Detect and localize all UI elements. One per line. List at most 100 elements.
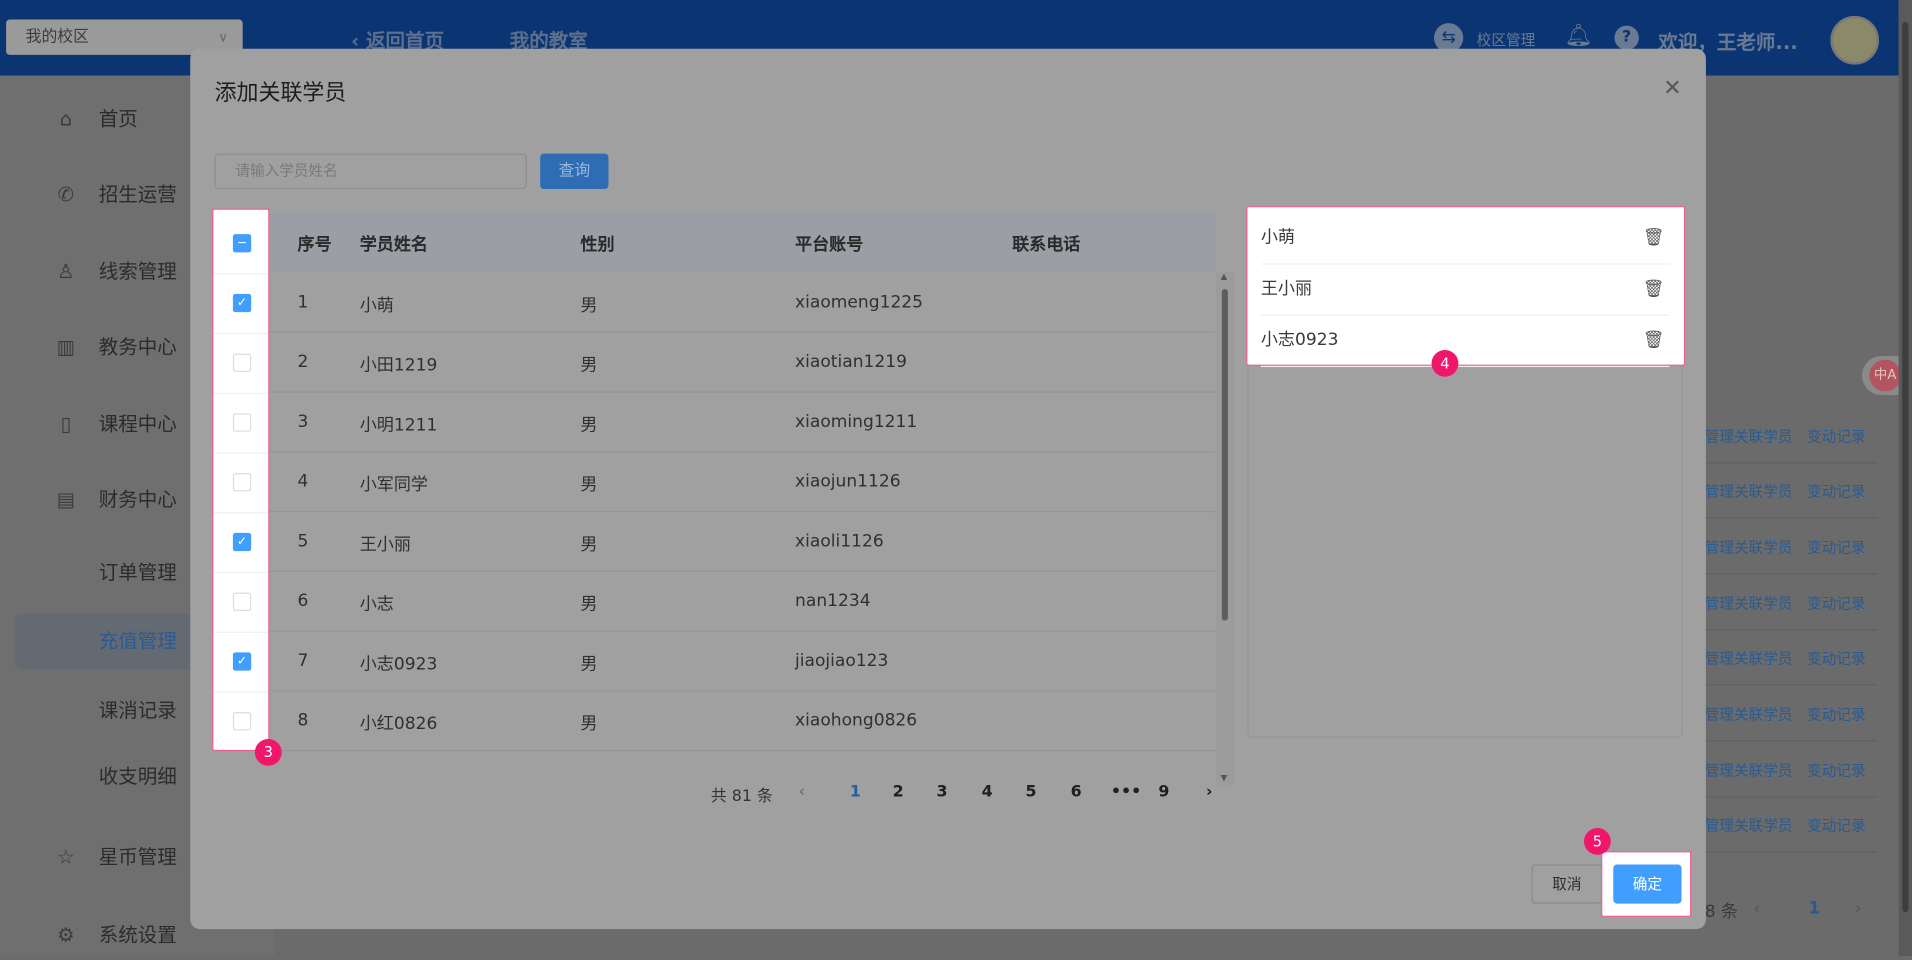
help-icon[interactable]: ?: [1614, 25, 1639, 50]
student-name-search-input[interactable]: 请输入学员姓名: [214, 153, 527, 190]
row-divider: [1705, 517, 1877, 519]
sidebar-item-label: 订单管理: [98, 560, 177, 585]
row-checkbox[interactable]: ✓: [232, 293, 252, 313]
row-account: xiaoming1211: [795, 412, 918, 432]
dialog-title: 添加关联学员: [214, 80, 347, 107]
cancel-button[interactable]: 取消: [1531, 864, 1603, 904]
column-header-gender: 性别: [580, 235, 615, 255]
row-divider: [213, 332, 269, 335]
change-log-link[interactable]: 变动记录: [1807, 704, 1866, 725]
sidebar-item-label: 收支明细: [98, 764, 177, 788]
row-account: xiaoli1126: [795, 531, 884, 552]
row-divider: [1705, 796, 1877, 798]
selected-student-name: 小志0923: [1260, 330, 1339, 350]
add-student-dialog: 添加关联学员 ✕ 请输入学员姓名 查询 序号 学员姓名 性别 平台账号 联系电话…: [190, 48, 1706, 930]
step-badge-4: 4: [1431, 349, 1459, 377]
step-badge-5: 5: [1583, 827, 1611, 855]
row-name: 小红0826: [359, 714, 438, 735]
trash-icon[interactable]: 🗑︎: [1643, 315, 1665, 366]
selected-student-name: 小萌: [1260, 228, 1295, 248]
campus-manage-link[interactable]: 校区管理: [1477, 29, 1536, 50]
change-log-link[interactable]: 变动记录: [1807, 760, 1866, 781]
row-divider: [213, 452, 269, 454]
row-divider: [213, 631, 269, 633]
gear-icon: ⚙: [57, 923, 75, 947]
background-prev-icon[interactable]: ‹: [1753, 899, 1760, 919]
pagination-page[interactable]: 2: [893, 783, 904, 801]
row-name: 小志: [359, 595, 394, 615]
pagination-page[interactable]: 4: [982, 783, 993, 801]
close-icon[interactable]: ✕: [1663, 76, 1681, 102]
row-no: 8: [297, 710, 309, 731]
manage-students-link[interactable]: 管理关联学员: [1705, 815, 1793, 836]
sidebar-item-label: 线索管理: [98, 259, 177, 283]
manage-students-link[interactable]: 管理关联学员: [1705, 704, 1793, 725]
trash-icon[interactable]: 🗑︎: [1643, 212, 1665, 263]
selected-student-item: 小萌 🗑︎: [1260, 212, 1670, 265]
background-page[interactable]: 1: [1808, 899, 1820, 919]
row-checkbox[interactable]: ✓: [232, 532, 252, 552]
select-all-checkbox[interactable]: −: [232, 234, 252, 253]
scroll-up-icon[interactable]: ▲: [1221, 272, 1228, 282]
row-divider: [213, 273, 269, 275]
scroll-down-icon[interactable]: ▼: [1221, 773, 1228, 783]
manage-students-link[interactable]: 管理关联学员: [1705, 480, 1793, 501]
pagination-page[interactable]: 3: [936, 783, 947, 801]
row-divider: [1705, 851, 1877, 853]
manage-students-link[interactable]: 管理关联学员: [1705, 426, 1793, 447]
manage-students-link[interactable]: 管理关联学员: [1705, 593, 1793, 614]
search-button[interactable]: 查询: [540, 153, 609, 190]
row-divider: [213, 691, 269, 693]
pagination-page[interactable]: 6: [1071, 783, 1082, 801]
background-next-icon[interactable]: ›: [1855, 899, 1862, 919]
row-divider: [1705, 629, 1877, 631]
row-name: 小田1219: [359, 356, 438, 376]
pagination-page[interactable]: 1: [850, 783, 861, 801]
row-checkbox[interactable]: [232, 353, 252, 372]
change-log-link[interactable]: 变动记录: [1807, 593, 1866, 614]
row-checkbox[interactable]: ✓: [232, 652, 252, 671]
change-log-link[interactable]: 变动记录: [1807, 647, 1866, 668]
avatar[interactable]: [1830, 15, 1880, 65]
row-divider: [213, 392, 269, 394]
star-icon: ☆: [57, 845, 75, 869]
table-scrollbar[interactable]: ▲ ▼: [1215, 271, 1236, 786]
pagination-prev-icon[interactable]: ‹: [799, 783, 805, 801]
confirm-button[interactable]: 确定: [1613, 864, 1682, 904]
sidebar-item-label: 教务中心: [98, 335, 177, 359]
sidebar-item-label: 系统设置: [98, 923, 177, 947]
manage-students-link[interactable]: 管理关联学员: [1705, 647, 1793, 668]
row-no: 7: [297, 651, 309, 671]
home-icon: ⌂: [59, 107, 73, 131]
change-log-link[interactable]: 变动记录: [1807, 426, 1866, 447]
row-checkbox[interactable]: [232, 473, 252, 492]
row-divider: [1705, 684, 1877, 686]
selected-student-item: 小志0923 🗑︎: [1260, 315, 1670, 368]
sidebar-item-label: 首页: [98, 107, 138, 131]
pagination-page[interactable]: 9: [1158, 783, 1169, 801]
change-log-link[interactable]: 变动记录: [1807, 815, 1866, 836]
pagination-next-icon[interactable]: ›: [1206, 783, 1213, 801]
scrollbar-thumb[interactable]: [1221, 288, 1228, 621]
trash-icon[interactable]: 🗑︎: [1643, 263, 1665, 314]
phone-icon: ✆: [57, 182, 75, 207]
sidebar-item-label: 星币管理: [98, 845, 177, 869]
change-log-link[interactable]: 变动记录: [1807, 537, 1866, 558]
row-checkbox[interactable]: [232, 592, 252, 611]
page-scrollbar[interactable]: [1898, 0, 1912, 957]
manage-students-link[interactable]: 管理关联学员: [1705, 760, 1793, 781]
column-header-account: 平台账号: [795, 235, 864, 255]
manage-students-link[interactable]: 管理关联学员: [1705, 537, 1793, 558]
row-checkbox[interactable]: [232, 413, 252, 432]
building-icon: ▥: [56, 335, 76, 359]
row-no: 4: [297, 471, 309, 492]
pagination-page[interactable]: •••: [1111, 783, 1141, 801]
selected-student-item: 王小丽 🗑︎: [1260, 263, 1670, 316]
change-log-link[interactable]: 变动记录: [1807, 480, 1866, 501]
page-scrollbar-thumb[interactable]: [1902, 21, 1909, 913]
row-gender: 男: [580, 595, 598, 615]
row-checkbox[interactable]: [232, 712, 252, 731]
pagination-page[interactable]: 5: [1026, 783, 1037, 801]
bell-icon[interactable]: 🔔︎: [1564, 23, 1592, 49]
row-no: 3: [297, 412, 309, 432]
